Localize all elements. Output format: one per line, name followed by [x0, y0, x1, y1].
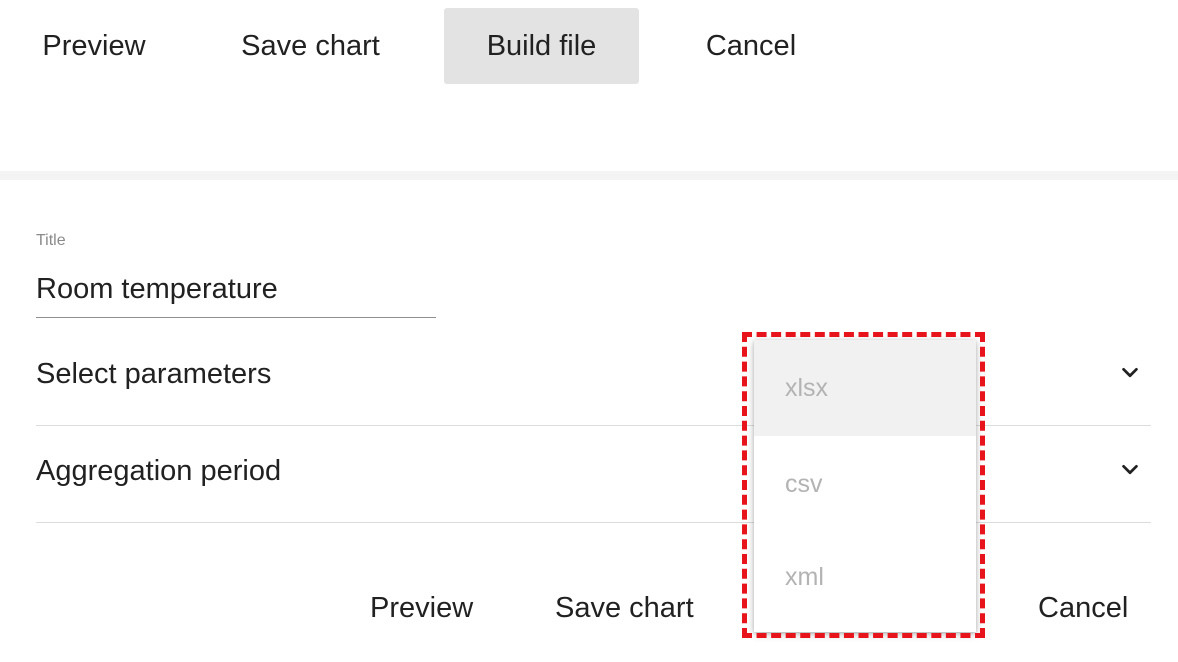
chart-export-page: Preview Save chart Build file Cancel Tit… [0, 0, 1178, 662]
title-input[interactable] [36, 262, 436, 318]
preview-button[interactable]: Preview [20, 8, 168, 84]
aggregation-period-label: Aggregation period [36, 455, 282, 487]
chevron-down-icon [1122, 367, 1138, 378]
save-chart-button[interactable]: Save chart [214, 8, 407, 84]
title-field-label: Title [36, 232, 66, 249]
menu-item-xml[interactable]: xml [754, 532, 976, 628]
menu-item-xlsx[interactable]: xlsx [754, 340, 976, 436]
section-divider [0, 171, 1178, 180]
cancel-button[interactable]: Cancel [677, 8, 825, 84]
select-parameters-dropdown[interactable]: Select parameters [36, 330, 1151, 426]
select-parameters-label: Select parameters [36, 358, 272, 390]
cancel-button-bottom[interactable]: Cancel [1038, 580, 1128, 636]
file-format-menu: xlsx csv xml [754, 340, 976, 632]
top-toolbar: Preview Save chart Build file Cancel [0, 0, 1178, 100]
preview-button-bottom[interactable]: Preview [370, 580, 473, 636]
menu-item-csv[interactable]: csv [754, 436, 976, 532]
build-file-button[interactable]: Build file [444, 8, 639, 84]
save-chart-button-bottom[interactable]: Save chart [555, 580, 694, 636]
chevron-down-icon [1122, 464, 1138, 475]
aggregation-period-dropdown[interactable]: Aggregation period [36, 427, 1151, 523]
